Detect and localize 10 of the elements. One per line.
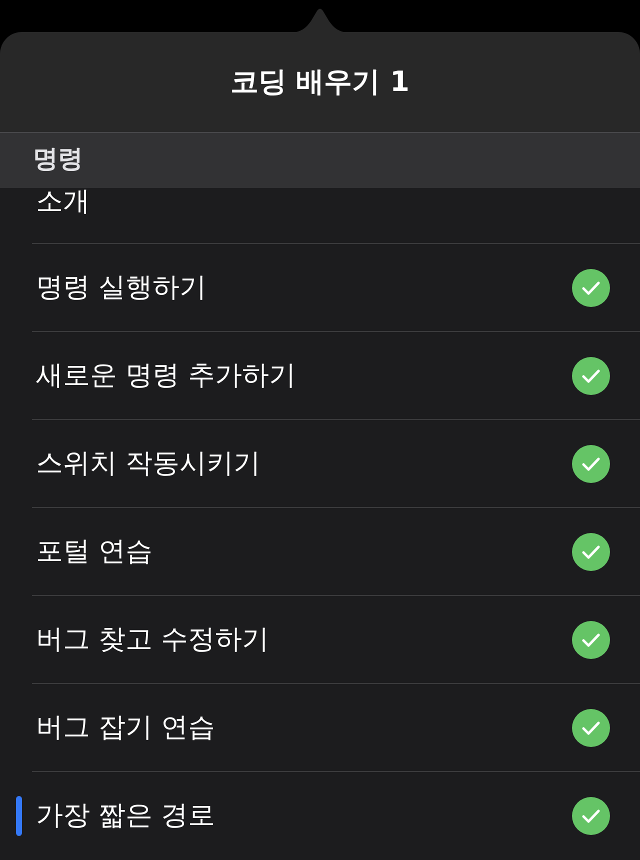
popover-title: 코딩 배우기 1 [230,65,410,99]
section-title: 명령 [33,144,83,174]
lesson-item[interactable]: 가장 짧은 경로 [0,772,640,859]
lesson-item[interactable]: 버그 잡기 연습 [0,684,640,771]
lesson-item[interactable]: 포털 연습 [0,508,640,595]
lesson-item[interactable]: 소개 [0,188,640,243]
lesson-item[interactable]: 스위치 작동시키기 [0,420,640,507]
lesson-item[interactable]: 새로운 명령 추가하기 [0,332,640,419]
lesson-item[interactable]: 명령 실행하기 [0,244,640,331]
lesson-item[interactable]: 버그 찾고 수정하기 [0,596,640,683]
